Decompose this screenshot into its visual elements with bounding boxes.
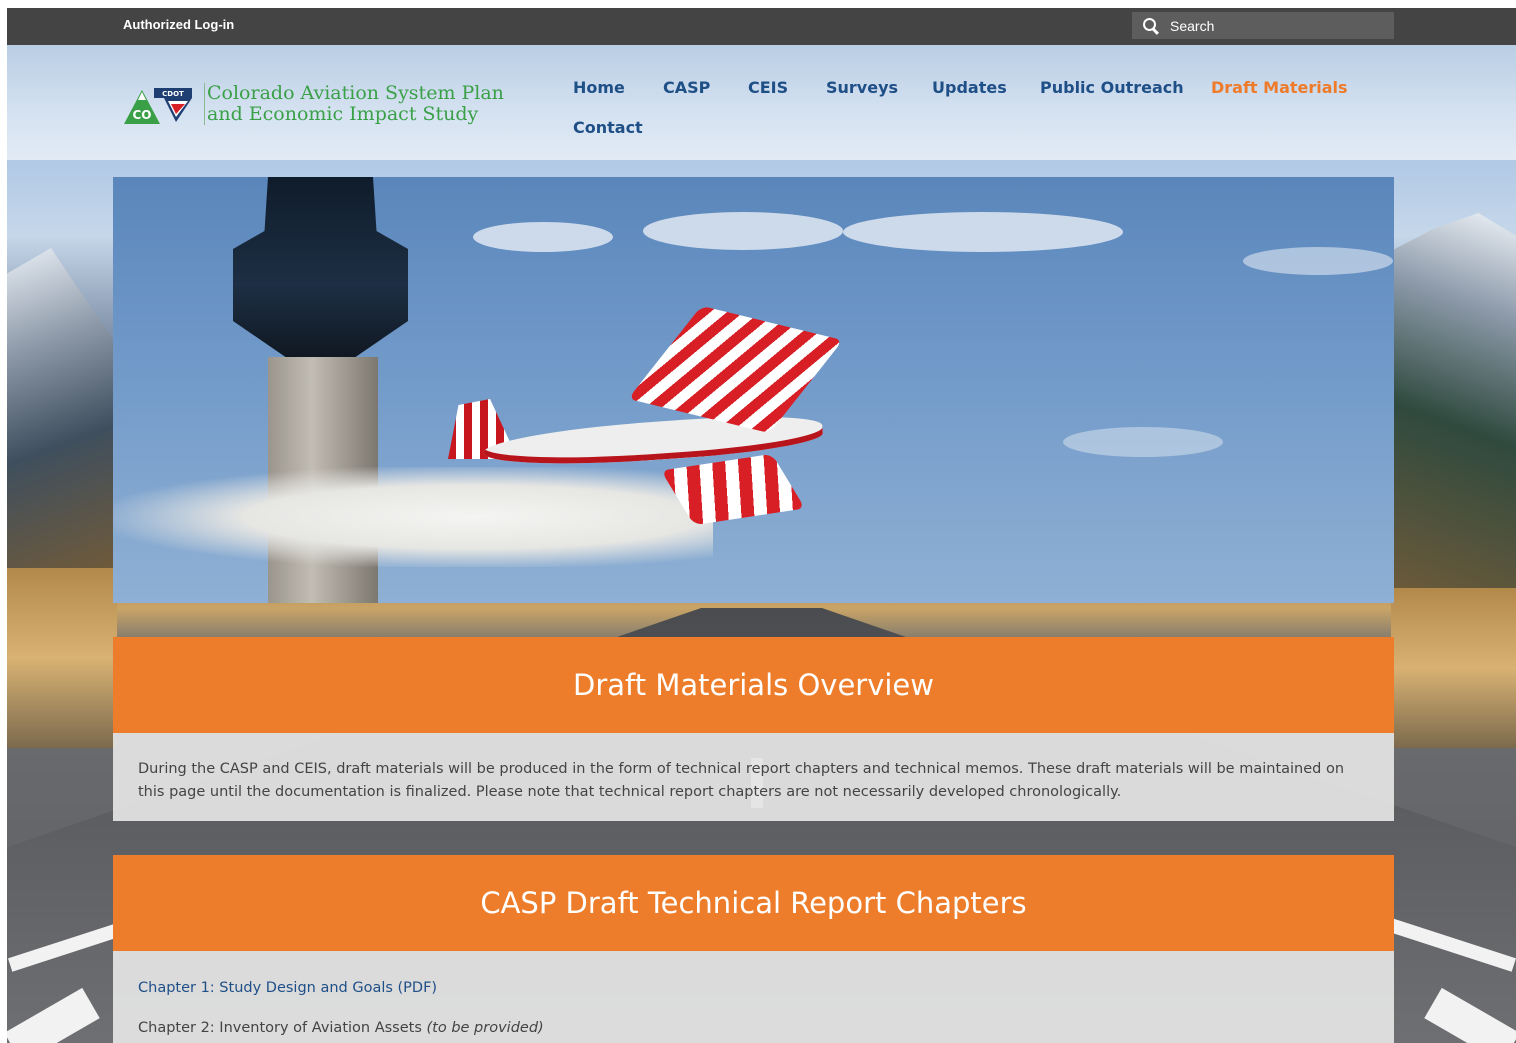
search-input[interactable]	[1168, 16, 1382, 35]
chapter-list-item: Chapter 1: Study Design and Goals (PDF)	[138, 977, 437, 1000]
chapter-1-link[interactable]: Chapter 1: Study Design and Goals (PDF)	[138, 980, 437, 996]
search-box[interactable]	[1132, 12, 1394, 39]
site-title[interactable]: Colorado Aviation System Plan and Econom…	[204, 83, 504, 125]
nav-draft-materials[interactable]: Draft Materials	[1211, 78, 1348, 97]
background-field-right	[1391, 588, 1516, 748]
background-field-left	[7, 568, 117, 748]
hero-banner-image	[113, 177, 1394, 603]
site-title-line1: Colorado Aviation System Plan	[207, 82, 504, 104]
chapters-panel: Chapter 1: Study Design and Goals (PDF) …	[113, 951, 1394, 1043]
biplane-upper-wing	[628, 305, 843, 434]
chapters-heading: CASP Draft Technical Report Chapters	[113, 855, 1394, 951]
cdot-logo[interactable]: CDOT CO	[124, 86, 196, 124]
chapter-2-note: (to be provided)	[426, 1020, 544, 1036]
nav-casp[interactable]: CASP	[663, 78, 710, 97]
nav-surveys[interactable]: Surveys	[826, 78, 898, 97]
search-icon[interactable]	[1143, 17, 1159, 34]
svg-text:CO: CO	[132, 108, 151, 122]
site-title-line2: and Economic Impact Study	[207, 103, 479, 125]
overview-panel: During the CASP and CEIS, draft material…	[113, 733, 1394, 821]
top-bar: Authorized Log-in	[7, 8, 1516, 45]
chapter-list-item: Chapter 2: Inventory of Aviation Assets …	[138, 1017, 544, 1040]
overview-heading: Draft Materials Overview	[113, 637, 1394, 733]
chapter-2-title: Chapter 2: Inventory of Aviation Assets	[138, 1020, 422, 1036]
site-header: CDOT CO Colorado Aviation System Plan an…	[7, 45, 1516, 160]
page-frame: Authorized Log-in CDOT CO Colorado Aviat…	[7, 8, 1516, 1043]
authorized-login-link[interactable]: Authorized Log-in	[123, 17, 234, 32]
nav-contact[interactable]: Contact	[573, 118, 643, 137]
control-tower-cab	[233, 177, 408, 357]
nav-ceis[interactable]: CEIS	[748, 78, 788, 97]
nav-updates[interactable]: Updates	[932, 78, 1007, 97]
background-mountains-left	[7, 248, 117, 568]
nav-home[interactable]: Home	[573, 78, 625, 97]
nav-public-outreach[interactable]: Public Outreach	[1040, 78, 1184, 97]
overview-text: During the CASP and CEIS, draft material…	[138, 761, 1345, 800]
smoke-trail	[113, 467, 713, 567]
background-mountains-right	[1391, 213, 1516, 593]
svg-text:CDOT: CDOT	[162, 90, 184, 98]
